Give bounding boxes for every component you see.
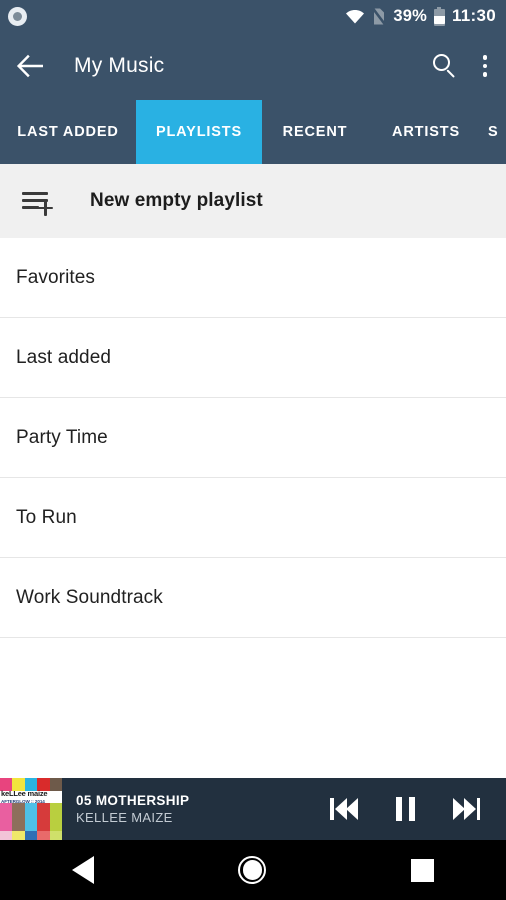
tab-artists[interactable]: ARTISTS (368, 100, 484, 164)
list-item[interactable]: Work Soundtrack (0, 558, 506, 638)
now-playing-bar[interactable]: keLLee maize AFTERGLOW :: 2014 05 MOTHER… (0, 778, 506, 840)
tab-bar: LAST ADDED PLAYLISTS RECENT ARTISTS S (0, 100, 506, 164)
search-icon[interactable] (432, 53, 458, 79)
playlist-name: Party Time (16, 426, 108, 448)
battery-icon (433, 6, 445, 26)
no-sim-icon (372, 7, 387, 25)
new-empty-playlist-label: New empty playlist (90, 190, 263, 211)
list-item[interactable]: Favorites (0, 238, 506, 318)
status-bar-right: 39% 11:30 (345, 6, 496, 26)
clock: 11:30 (451, 6, 496, 25)
nav-recents-icon[interactable] (410, 858, 434, 882)
playlist-name: Last added (16, 346, 112, 368)
track-artist: KELLEE MAIZE (76, 810, 173, 825)
pause-icon[interactable] (395, 797, 415, 821)
playlist-add-icon (22, 186, 62, 216)
album-art[interactable]: keLLee maize AFTERGLOW :: 2014 (0, 778, 62, 840)
tab-label: PLAYLISTS (155, 124, 243, 140)
playlist-name: Favorites (16, 266, 96, 288)
status-bar: 39% 11:30 (0, 0, 506, 32)
tab-label: LAST ADDED (17, 124, 119, 140)
app-bar: My Music (0, 32, 506, 100)
app-screen: 39% 11:30 My Music LAST ADDED PLAYLISTS … (0, 0, 506, 900)
tab-recent[interactable]: RECENT (262, 100, 368, 164)
playlist-name: To Run (16, 506, 77, 528)
app-bar-actions (432, 53, 490, 79)
album-art-title: keLLee maize (1, 789, 48, 798)
skip-previous-icon[interactable] (330, 798, 358, 820)
new-empty-playlist-button[interactable]: New empty playlist (0, 164, 506, 238)
page-title: My Music (74, 54, 165, 77)
battery-percent: 39% (393, 6, 427, 25)
tab-last-added[interactable]: LAST ADDED (0, 100, 136, 164)
overflow-menu-icon[interactable] (482, 53, 490, 79)
wifi-icon (346, 10, 365, 24)
list-item[interactable]: Party Time (0, 398, 506, 478)
tab-label: S (488, 124, 499, 140)
tab-playlists[interactable]: PLAYLISTS (136, 100, 262, 164)
album-art-subtitle: AFTERGLOW :: 2014 (1, 799, 45, 804)
album-art-grid (0, 778, 62, 840)
back-arrow-icon[interactable] (16, 51, 46, 81)
tab-label: RECENT (282, 124, 348, 140)
playlist-name: Work Soundtrack (16, 586, 163, 608)
skip-next-icon[interactable] (452, 798, 480, 820)
playback-controls (330, 797, 506, 821)
list-item[interactable]: Last added (0, 318, 506, 398)
nav-home-icon[interactable] (238, 856, 267, 884)
android-nav-bar (0, 840, 506, 900)
tab-label: ARTISTS (392, 124, 460, 140)
list-item[interactable]: To Run (0, 478, 506, 558)
playlist-list: Favorites Last added Party Time To Run W… (0, 238, 506, 638)
tab-songs[interactable]: S (484, 100, 506, 164)
now-playing-meta: 05 MOTHERSHIP KELLEE MAIZE (76, 793, 189, 825)
status-bar-left (8, 6, 27, 26)
disc-notification-icon (8, 6, 27, 26)
track-title: 05 MOTHERSHIP (76, 793, 190, 808)
nav-back-icon[interactable] (72, 856, 95, 884)
